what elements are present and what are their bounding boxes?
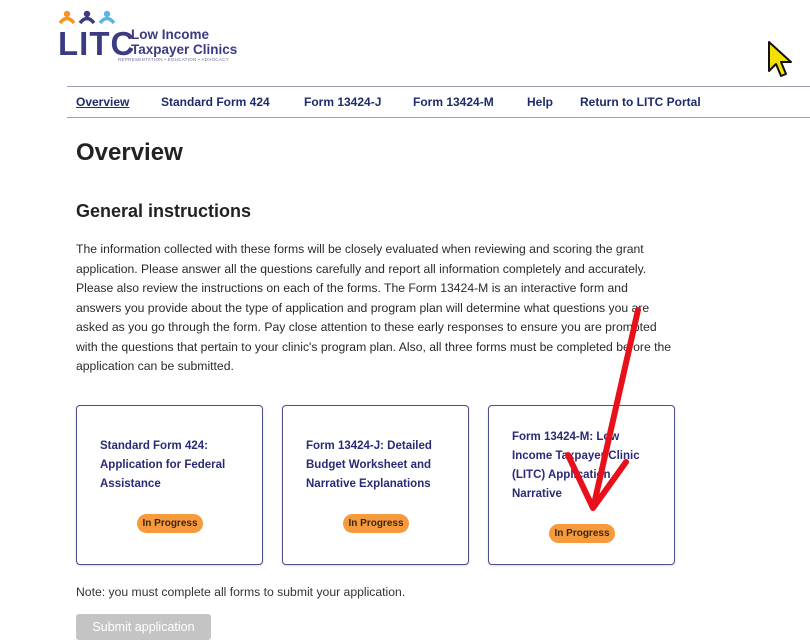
nav-standard-form-424[interactable]: Standard Form 424: [161, 95, 270, 109]
logo-tagline: REPRESENTATION • EDUCATION • ADVOCACY: [118, 57, 230, 62]
nav-return-to-portal[interactable]: Return to LITC Portal: [580, 95, 701, 109]
nav-help[interactable]: Help: [527, 95, 553, 109]
status-badge: In Progress: [343, 514, 409, 533]
nav-overview[interactable]: Overview: [76, 95, 129, 109]
page-title: Overview: [76, 139, 183, 166]
status-badge: In Progress: [549, 524, 615, 543]
status-badge: In Progress: [137, 514, 203, 533]
completion-note: Note: you must complete all forms to sub…: [76, 585, 406, 599]
section-title: General instructions: [76, 201, 252, 221]
litc-logo[interactable]: LITC Low Income Taxpayer Clinics REPRESE…: [58, 10, 258, 70]
mouse-pointer-icon: [768, 41, 792, 77]
card-title: Form 13424-M: Low Income Taxpayer Clinic…: [512, 431, 640, 500]
nav-form-13424-m[interactable]: Form 13424-M: [413, 95, 494, 109]
card-title: Standard Form 424: Application for Feder…: [100, 440, 226, 490]
card-standard-form-424[interactable]: Standard Form 424: Application for Feder…: [76, 405, 263, 565]
logo-name-line1: Low Income: [131, 27, 210, 42]
card-title: Form 13424-J: Detailed Budget Worksheet …: [306, 440, 432, 490]
logo-name: Low Income Taxpayer Clinics: [131, 27, 237, 57]
logo-name-line2: Taxpayer Clinics: [131, 42, 238, 57]
main-nav: Overview Standard Form 424 Form 13424-J …: [67, 86, 810, 118]
card-form-13424-j[interactable]: Form 13424-J: Detailed Budget Worksheet …: [282, 405, 469, 565]
nav-form-13424-j[interactable]: Form 13424-J: [304, 95, 381, 109]
card-form-13424-m[interactable]: Form 13424-M: Low Income Taxpayer Clinic…: [488, 405, 675, 565]
submit-application-button[interactable]: Submit application: [76, 614, 211, 640]
instructions-text: The information collected with these for…: [76, 242, 672, 373]
